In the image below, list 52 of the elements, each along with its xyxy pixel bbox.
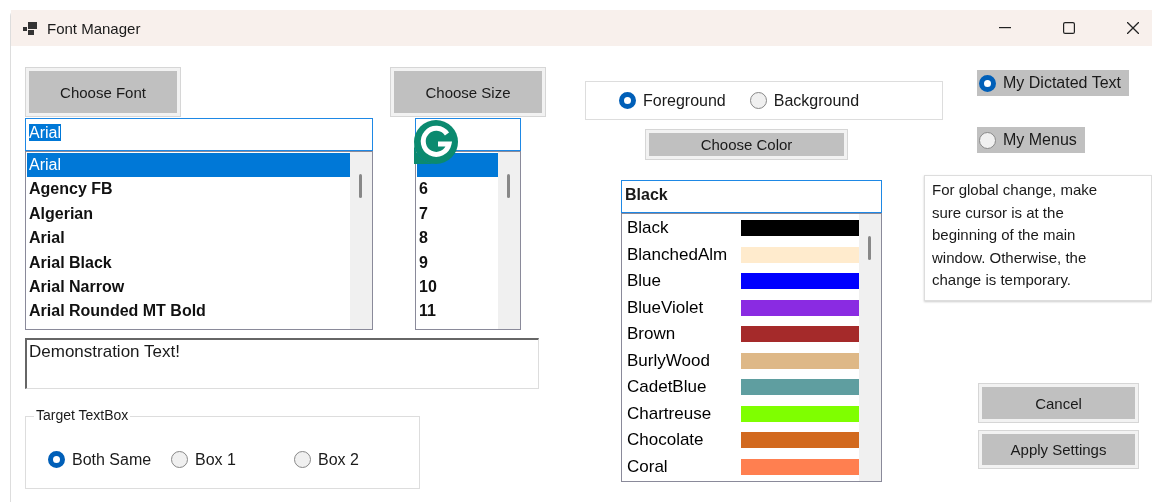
font-size-item[interactable]: 6 bbox=[417, 177, 498, 202]
maximize-icon[interactable] bbox=[1063, 22, 1075, 34]
color-list[interactable]: Black BlanchedAlm Blue BlueViolet Brown BurlyWood CadetBlue Chartreuse Chocolate Coral bbox=[621, 213, 882, 482]
color-name[interactable]: Blue bbox=[627, 271, 741, 292]
radio-option[interactable]: Foreground bbox=[619, 91, 726, 110]
font-size-item[interactable]: 7 bbox=[417, 201, 498, 227]
color-name[interactable]: BlueViolet bbox=[627, 297, 741, 318]
radio-option[interactable]: Box 2 bbox=[294, 450, 359, 469]
app-icon bbox=[23, 21, 37, 35]
font-list-item[interactable]: Arial Narrow bbox=[27, 274, 350, 300]
demonstration-text-box[interactable]: Demonstration Text! bbox=[25, 338, 539, 389]
color-name[interactable]: BlanchedAlm bbox=[627, 244, 741, 265]
font-size-item[interactable]: 10 bbox=[417, 274, 498, 300]
scrollbar[interactable] bbox=[350, 152, 372, 329]
apply-settings-button[interactable]: Apply Settings bbox=[979, 431, 1138, 468]
radio-option[interactable]: Background bbox=[749, 91, 860, 110]
color-name[interactable]: Black bbox=[627, 218, 741, 239]
font-size-item[interactable]: 11 bbox=[417, 299, 498, 324]
close-icon[interactable] bbox=[1127, 22, 1139, 34]
radio-option[interactable]: My Dictated Text bbox=[977, 70, 1129, 96]
color-name[interactable]: Chocolate bbox=[627, 430, 741, 451]
color-name-field[interactable]: Black bbox=[621, 180, 882, 213]
font-list-item[interactable]: Arial Rounded MT Bold bbox=[27, 299, 350, 324]
cancel-button[interactable]: Cancel bbox=[979, 384, 1138, 422]
color-name[interactable]: BurlyWood bbox=[627, 350, 741, 371]
scrollbar[interactable] bbox=[859, 214, 881, 481]
color-name[interactable]: CadetBlue bbox=[627, 377, 741, 398]
font-size-item[interactable]: 8 bbox=[417, 226, 498, 251]
font-name-field[interactable]: Arial bbox=[25, 118, 373, 151]
radio-option[interactable]: Both Same bbox=[48, 450, 171, 469]
group-title: Target TextBox bbox=[34, 407, 131, 423]
choose-font-button[interactable]: Choose Font bbox=[26, 68, 180, 116]
info-note: For global change, make sure cursor is at the beginning of the main window. Otherwise, the change is temporary. bbox=[924, 175, 1152, 301]
radio-option[interactable]: Box 1 bbox=[171, 450, 294, 469]
scrollbar[interactable] bbox=[498, 152, 520, 329]
color-name[interactable]: Brown bbox=[627, 324, 741, 345]
window-title: Font Manager bbox=[47, 19, 141, 37]
radio-option[interactable]: My Menus bbox=[977, 127, 1085, 153]
font-list-item[interactable]: Arial bbox=[27, 226, 350, 251]
choose-size-button[interactable]: Choose Size bbox=[391, 68, 545, 116]
font-list-item[interactable]: Arial bbox=[27, 153, 350, 178]
font-list-item[interactable]: Algerian bbox=[27, 201, 350, 227]
font-size-item[interactable]: 9 bbox=[417, 250, 498, 275]
floating-badge-overlay[interactable] bbox=[411, 118, 461, 166]
font-list-item[interactable]: Agency FB bbox=[27, 177, 350, 202]
font-list-item[interactable]: Arial Black bbox=[27, 250, 350, 275]
minimize-icon[interactable] bbox=[999, 27, 1011, 29]
font-list[interactable]: Arial Agency FB Algerian Arial Arial Black Arial Narrow Arial Rounded MT Bold bbox=[25, 151, 373, 330]
color-name[interactable]: Chartreuse bbox=[627, 403, 741, 424]
choose-color-button[interactable]: Choose Color bbox=[646, 130, 847, 159]
font-size-list[interactable]: 6 7 8 9 10 11 bbox=[415, 151, 521, 330]
color-name[interactable]: Coral bbox=[627, 456, 741, 477]
